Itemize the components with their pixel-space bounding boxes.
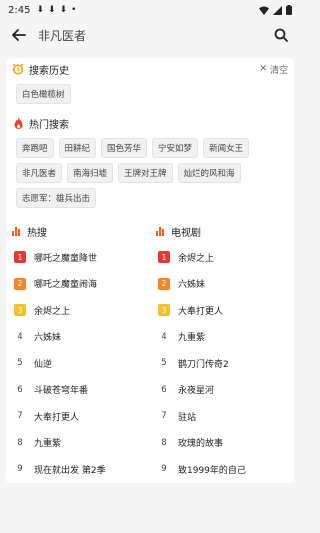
hot-search-chip[interactable]: 灿烂的风和海 — [177, 163, 241, 183]
hot-search-chip[interactable]: 国色芳华 — [101, 138, 148, 158]
rank-number: 8 — [17, 437, 23, 448]
ranking-item[interactable]: 1 哪吒之魔童降世 — [12, 244, 142, 271]
ranking-item-title: 九重紫 — [34, 439, 62, 450]
ranking-item-title: 现在就出发 第2季 — [34, 465, 106, 476]
ranking-item-title: 致1999年的自己 — [178, 465, 246, 476]
ranking-item-title: 玫瑰的故事 — [178, 439, 224, 450]
ranking-lists: 热搜 1 哪吒之魔童降世 2 哪吒之魔童闹海 3 余烬之上 4 六姊妹 5 仙逆 6 斗破苍穹年番 7 大… — [6, 216, 294, 483]
hot-ranking-title: 热搜 — [27, 227, 47, 239]
history-chips: 白色橄榄树 — [6, 80, 294, 112]
hot-search-header: 热门搜索 — [6, 112, 294, 134]
hot-search-chip[interactable]: 非凡医者 — [16, 163, 63, 183]
ranking-item-title: 九重紫 — [178, 333, 206, 344]
hot-search-chip[interactable]: 王牌对王牌 — [118, 163, 173, 183]
search-icon[interactable] — [272, 26, 290, 44]
tv-ranking-header: 电视剧 — [156, 222, 286, 240]
ranking-item-title: 永夜星河 — [178, 386, 215, 397]
rank-badge: 1 — [158, 251, 170, 264]
history-header: 搜索历史 ✕ 清空 — [6, 58, 294, 80]
hot-search-title: 热门搜索 — [29, 119, 69, 131]
signal-icon — [273, 5, 282, 15]
tv-ranking-title: 电视剧 — [171, 227, 201, 239]
history-chip[interactable]: 白色橄榄树 — [16, 84, 71, 104]
ranking-item[interactable]: 3 大奉打更人 — [156, 297, 286, 324]
ranking-item[interactable]: 1 余烬之上 — [156, 244, 286, 271]
hot-search-chip[interactable]: 南海归墟 — [67, 163, 114, 183]
ranking-item-title: 驻站 — [178, 412, 197, 423]
ranking-item[interactable]: 8 玫瑰的故事 — [156, 430, 286, 457]
ranking-item[interactable]: 4 九重紫 — [156, 324, 286, 351]
fire-icon — [12, 117, 24, 129]
hot-search-chip[interactable]: 奔跑吧 — [16, 138, 54, 158]
rank-badge: 3 — [14, 304, 26, 317]
ranking-item[interactable]: 5 仙逆 — [12, 350, 142, 377]
ranking-item[interactable]: 5 鹊刀门传奇2 — [156, 350, 286, 377]
ranking-item[interactable]: 2 六姊妹 — [156, 271, 286, 298]
rank-badge: 1 — [14, 251, 26, 264]
hot-ranking-header: 热搜 — [12, 222, 142, 240]
rank-number: 7 — [17, 411, 23, 422]
ranking-item-title: 余烬之上 — [34, 306, 71, 317]
ranking-item-title: 仙逆 — [34, 359, 53, 370]
ranking-item-title: 余烬之上 — [178, 253, 215, 264]
ranking-item-title: 六姊妹 — [178, 280, 206, 291]
ranking-item-title: 大奉打更人 — [34, 412, 80, 423]
ranking-item[interactable]: 2 哪吒之魔童闹海 — [12, 271, 142, 298]
clear-history-label: 清空 — [269, 65, 288, 76]
clear-history-button[interactable]: ✕ 清空 — [259, 63, 288, 76]
ranking-item-title: 哪吒之魔童闹海 — [34, 280, 98, 291]
rank-number: 9 — [161, 464, 167, 475]
hot-search-chip[interactable]: 新闻女王 — [203, 138, 250, 158]
hot-search-chip[interactable]: 田耕纪 — [58, 138, 97, 158]
rank-number: 8 — [161, 437, 167, 448]
wifi-icon — [259, 6, 269, 15]
tv-ranking-column: 电视剧 1 余烬之上 2 六姊妹 3 大奉打更人 4 九重紫 5 鹊刀门传奇2 6 永夜星河 7 驻站 8 玫… — [156, 222, 286, 483]
hot-search-chip[interactable]: 志愿军：雄兵出击 — [16, 188, 97, 208]
download-icon: ⬇ — [59, 5, 68, 15]
ranking-item[interactable]: 7 驻站 — [156, 403, 286, 430]
rank-badge: 3 — [158, 304, 170, 317]
ranking-item[interactable]: 8 九重紫 — [12, 430, 142, 457]
search-input[interactable] — [38, 28, 272, 42]
rank-number: 6 — [17, 384, 23, 395]
alarm-clock-icon — [12, 63, 24, 75]
hot-search-chip[interactable]: 宁安如梦 — [152, 138, 199, 158]
ranking-item-title: 斗破苍穹年番 — [34, 386, 89, 397]
ranking-item[interactable]: 6 斗破苍穹年番 — [12, 377, 142, 404]
close-icon: ✕ — [259, 64, 267, 74]
rank-number: 4 — [161, 331, 167, 342]
notification-dot-icon: • — [71, 5, 77, 15]
rank-badge: 2 — [14, 277, 26, 290]
back-arrow-icon[interactable] — [10, 26, 28, 44]
search-content: 搜索历史 ✕ 清空 白色橄榄树 热门搜索 奔跑吧 田耕纪 国色芳华 宁安如梦 新… — [6, 58, 294, 483]
ranking-item[interactable]: 9 致1999年的自己 — [156, 456, 286, 483]
rank-number: 5 — [17, 358, 23, 369]
bar-chart-icon — [156, 226, 166, 236]
download-icon: ⬇ — [48, 5, 56, 15]
ranking-item-title: 六姊妹 — [34, 333, 62, 344]
ranking-item-title: 哪吒之魔童降世 — [34, 253, 98, 264]
search-bar — [0, 20, 300, 50]
ranking-item[interactable]: 7 大奉打更人 — [12, 403, 142, 430]
hot-ranking-column: 热搜 1 哪吒之魔童降世 2 哪吒之魔童闹海 3 余烬之上 4 六姊妹 5 仙逆 6 斗破苍穹年番 7 大… — [12, 222, 142, 483]
ranking-item[interactable]: 3 余烬之上 — [12, 297, 142, 324]
rank-number: 9 — [17, 464, 23, 475]
ranking-item[interactable]: 4 六姊妹 — [12, 324, 142, 351]
rank-number: 4 — [17, 331, 23, 342]
battery-icon — [286, 5, 292, 15]
rank-number: 6 — [161, 384, 167, 395]
rank-number: 5 — [161, 358, 167, 369]
status-time: 2:45 — [8, 4, 31, 16]
rank-number: 7 — [161, 411, 167, 422]
download-icon: ⬇ — [36, 5, 45, 15]
history-title: 搜索历史 — [29, 65, 69, 77]
ranking-item[interactable]: 6 永夜星河 — [156, 377, 286, 404]
bar-chart-icon — [12, 226, 22, 236]
ranking-item[interactable]: 9 现在就出发 第2季 — [12, 456, 142, 483]
ranking-item-title: 大奉打更人 — [178, 306, 224, 317]
status-bar: 2:45 ⬇ ⬇ ⬇ • — [0, 0, 300, 20]
rank-badge: 2 — [158, 277, 170, 290]
hot-search-chips: 奔跑吧 田耕纪 国色芳华 宁安如梦 新闻女王 非凡医者 南海归墟 王牌对王牌 灿… — [6, 134, 294, 216]
ranking-item-title: 鹊刀门传奇2 — [178, 359, 229, 370]
